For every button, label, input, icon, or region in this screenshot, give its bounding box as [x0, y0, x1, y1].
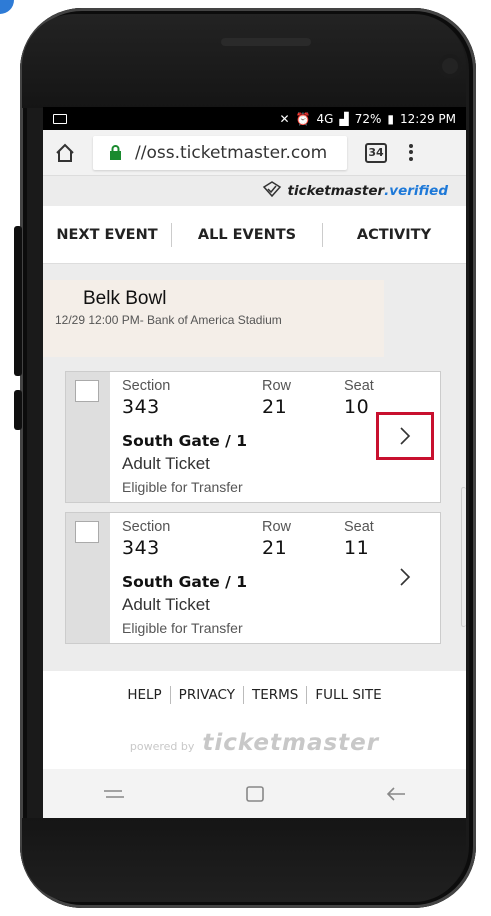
- powered-by: powered by ticketmaster: [43, 730, 466, 756]
- event-nav: NEXT EVENT ALL EVENTS ACTIVITY: [43, 206, 466, 264]
- android-nav-bar: [43, 769, 466, 818]
- signal-icon: ▟: [339, 111, 349, 126]
- chevron-right-icon[interactable]: [376, 553, 434, 601]
- alarm-icon: ⏰: [295, 111, 311, 126]
- lock-icon: [107, 145, 123, 161]
- footer-link-full-site[interactable]: FULL SITE: [307, 687, 389, 703]
- corner-marker: [0, 0, 14, 14]
- event-subtitle: 12/29 12:00 PM- Bank of America Stadium: [55, 313, 282, 327]
- recent-apps-icon[interactable]: [94, 779, 134, 809]
- ticket-gate: South Gate / 1: [122, 573, 248, 591]
- ticket-type: Adult Ticket: [122, 454, 210, 473]
- seat-label: Seat: [344, 519, 374, 535]
- url-text: //oss.ticketmaster.com: [135, 142, 328, 163]
- battery-level: 72%: [354, 111, 382, 126]
- seat-value: 11: [344, 537, 370, 559]
- network-type: 4G: [316, 111, 334, 126]
- section-label: Section: [122, 378, 171, 394]
- status-right: ✕ ⏰ 4G ▟ 72% ▮ 12:29 PM: [280, 112, 456, 126]
- browser-toolbar: //oss.ticketmaster.com 34: [43, 130, 466, 176]
- chevron-right-icon[interactable]: [376, 412, 434, 460]
- phone-screen: ✕ ⏰ 4G ▟ 72% ▮ 12:29 PM //oss.ticketmast…: [43, 107, 466, 818]
- row-value: 21: [262, 537, 288, 559]
- phone-top-bezel: [22, 14, 466, 108]
- ticket-type: Adult Ticket: [122, 595, 210, 614]
- ticketmaster-logo: ticketmaster: [202, 730, 380, 756]
- footer: HELP PRIVACY TERMS FULL SITE powered by …: [43, 671, 466, 769]
- footer-link-privacy[interactable]: PRIVACY: [171, 687, 243, 703]
- status-bar: ✕ ⏰ 4G ▟ 72% ▮ 12:29 PM: [43, 107, 466, 130]
- row-label: Row: [262, 378, 292, 394]
- seat-value: 10: [344, 396, 370, 418]
- ticket-transfer-status: Eligible for Transfer: [122, 620, 243, 636]
- back-icon[interactable]: [376, 779, 416, 809]
- ticket-card[interactable]: Section Row Seat 343 21 11 South Gate / …: [65, 512, 441, 644]
- section-value: 343: [122, 396, 160, 418]
- scrollbar[interactable]: [461, 487, 466, 627]
- footer-link-terms[interactable]: TERMS: [244, 687, 306, 703]
- footer-links: HELP PRIVACY TERMS FULL SITE: [43, 686, 466, 704]
- ticket-transfer-status: Eligible for Transfer: [122, 479, 243, 495]
- clock: 12:29 PM: [400, 111, 456, 126]
- seat-label: Seat: [344, 378, 374, 394]
- verified-banner: ticketmaster .verified: [43, 176, 466, 206]
- image-notification-icon: [53, 113, 67, 124]
- tab-switcher-button[interactable]: 34: [365, 142, 387, 163]
- tab-activity[interactable]: ACTIVITY: [323, 227, 465, 243]
- event-title: Belk Bowl: [83, 288, 167, 309]
- tab-next-event[interactable]: NEXT EVENT: [43, 227, 171, 243]
- ticket-checkbox[interactable]: [75, 521, 99, 543]
- overflow-menu-icon[interactable]: [405, 140, 417, 166]
- section-label: Section: [122, 519, 171, 535]
- row-value: 21: [262, 396, 288, 418]
- home-icon[interactable]: [51, 139, 79, 167]
- verified-ticket-icon: [262, 181, 282, 201]
- battery-icon: ▮: [387, 111, 394, 126]
- verified-brand: ticketmaster: [287, 183, 385, 199]
- ticket-checkbox[interactable]: [75, 380, 99, 402]
- address-bar[interactable]: //oss.ticketmaster.com: [93, 135, 347, 170]
- front-camera: [438, 54, 462, 78]
- tab-all-events[interactable]: ALL EVENTS: [172, 227, 322, 243]
- phone-side-button: [14, 390, 22, 430]
- verified-suffix: .verified: [384, 183, 448, 199]
- mute-icon: ✕: [279, 111, 290, 126]
- row-label: Row: [262, 519, 292, 535]
- powered-by-text: powered by: [129, 740, 195, 753]
- content-area: Belk Bowl 12/29 12:00 PM- Bank of Americ…: [43, 280, 466, 357]
- ticket-gate: South Gate / 1: [122, 432, 248, 450]
- home-button-icon[interactable]: [235, 779, 275, 809]
- event-card: Belk Bowl 12/29 12:00 PM- Bank of Americ…: [43, 280, 384, 357]
- footer-link-help[interactable]: HELP: [119, 687, 169, 703]
- phone-volume-button: [14, 226, 22, 376]
- section-value: 343: [122, 537, 160, 559]
- speaker-grille: [221, 38, 311, 46]
- ticket-card[interactable]: Section Row Seat 343 21 10 South Gate / …: [65, 371, 441, 503]
- phone-bottom-bezel: [22, 818, 466, 902]
